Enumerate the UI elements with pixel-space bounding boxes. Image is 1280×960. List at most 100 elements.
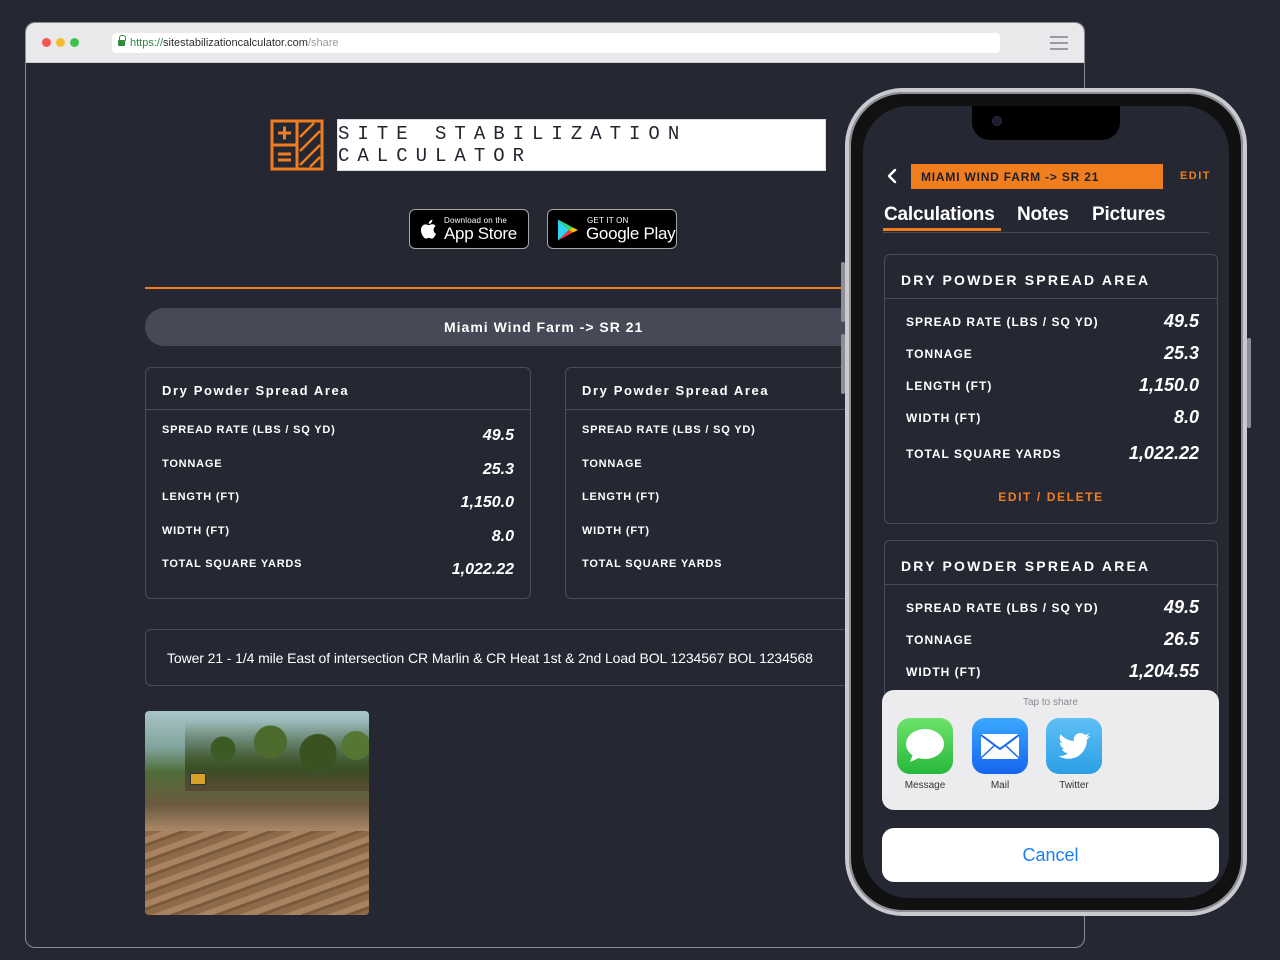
volume-down-button [841, 334, 845, 394]
message-icon [897, 718, 953, 774]
row-value: 8.0 [1173, 407, 1199, 427]
card-row: LENGTH (FT) 1,150.0 [162, 491, 514, 511]
browser-toolbar: https://sitestabilizationcalculator.com/… [26, 23, 1084, 63]
app-store-label: App Store [444, 224, 517, 243]
row-label: SPREAD RATE (LBS / SQ YD) [906, 315, 1099, 329]
row-value: 8.0 [491, 528, 514, 545]
row-label: TONNAGE [582, 458, 643, 470]
edit-project-button[interactable]: EDIT [1180, 170, 1211, 182]
card-row: TONNAGE 25.3 [906, 343, 1199, 365]
apple-icon [421, 219, 436, 239]
card-title: Dry Powder Spread Area [146, 368, 530, 410]
stage: https://sitestabilizationcalculator.com/… [0, 0, 1280, 960]
row-label: TOTAL SQUARE YARDS [582, 558, 723, 570]
share-app-label: Twitter [1059, 780, 1089, 791]
row-label: TONNAGE [162, 458, 223, 470]
share-twitter-button[interactable]: Twitter [1044, 718, 1104, 791]
minimize-window-button[interactable] [56, 38, 65, 47]
row-label: TONNAGE [906, 347, 973, 361]
row-label: SPREAD RATE (LBS / SQ YD) [162, 424, 336, 436]
card-row: SPREAD RATE (LBS / SQ YD) 49.5 [906, 311, 1199, 333]
row-label: WIDTH (FT) [582, 525, 650, 537]
phone-mockup: MIAMI WIND FARM -> SR 21 EDIT Calculatio… [841, 88, 1251, 916]
google-play-icon [558, 219, 578, 241]
camera-icon [992, 116, 1002, 126]
row-value: 25.3 [482, 461, 514, 478]
photo-trees [185, 721, 369, 791]
photo-bulldozer [190, 773, 206, 785]
address-bar[interactable]: https://sitestabilizationcalculator.com/… [112, 33, 1000, 53]
chevron-left-icon[interactable] [885, 168, 899, 184]
row-label: LENGTH (FT) [162, 491, 240, 503]
row-value: 1,150.0 [460, 494, 514, 511]
share-app-label: Message [904, 780, 946, 791]
card-row: WIDTH (FT) 1,204.55 [906, 661, 1199, 683]
photo-ground [145, 831, 369, 915]
calculator-logo-icon [270, 119, 326, 171]
close-window-button[interactable] [42, 38, 51, 47]
row-label: TOTAL SQUARE YARDS [162, 558, 303, 570]
twitter-icon [1046, 718, 1102, 774]
row-label: LENGTH (FT) [582, 491, 660, 503]
row-value: 26.5 [1163, 629, 1199, 649]
google-play-label: Google Play [586, 224, 676, 243]
tab-calculations[interactable]: Calculations [884, 204, 995, 226]
power-button [1247, 338, 1251, 428]
menu-icon[interactable] [1050, 36, 1068, 50]
row-value: 49.5 [1163, 597, 1199, 617]
share-app-label: Mail [990, 780, 1010, 791]
lock-icon [118, 35, 126, 46]
tab-divider [883, 232, 1209, 233]
row-label: TOTAL SQUARE YARDS [906, 447, 1062, 461]
page-title: SITE STABILIZATION CALCULATOR [337, 119, 826, 171]
card-row: TOTAL SQUARE YARDS 1,022.22 [906, 443, 1199, 465]
app-store-button[interactable]: Download on the App Store [409, 209, 529, 249]
cancel-button[interactable]: Cancel [882, 828, 1219, 882]
row-value: 1,204.55 [1128, 661, 1199, 681]
tab-notes[interactable]: Notes [1017, 204, 1069, 226]
card-row: WIDTH (FT) 8.0 [906, 407, 1199, 429]
card-row: WIDTH (FT) 8.0 [162, 525, 514, 545]
row-label: SPREAD RATE (LBS / SQ YD) [582, 424, 756, 436]
row-label: SPREAD RATE (LBS / SQ YD) [906, 601, 1099, 615]
card-row: TOTAL SQUARE YARDS 1,022.22 [162, 558, 514, 578]
google-play-button[interactable]: GET IT ON Google Play [547, 209, 677, 249]
phone-calculation-card: DRY POWDER SPREAD AREA SPREAD RATE (LBS … [884, 254, 1218, 524]
share-sheet: Tap to share Message Mail Twitter [882, 690, 1219, 810]
row-value: 49.5 [1163, 311, 1199, 331]
card-title: DRY POWDER SPREAD AREA [885, 541, 1217, 585]
card-row: TONNAGE 26.5 [906, 629, 1199, 651]
site-photo[interactable] [145, 711, 369, 915]
share-message-button[interactable]: Message [895, 718, 955, 791]
card-row: SPREAD RATE (LBS / SQ YD) 49.5 [906, 597, 1199, 619]
card-row: TONNAGE 25.3 [162, 458, 514, 478]
active-tab-indicator [883, 228, 1001, 231]
row-value: 1,150.0 [1138, 375, 1199, 395]
mail-icon [972, 718, 1028, 774]
edit-delete-button[interactable]: EDIT / DELETE [885, 490, 1217, 504]
phone-project-title: MIAMI WIND FARM -> SR 21 [911, 164, 1163, 189]
phone-screen: MIAMI WIND FARM -> SR 21 EDIT Calculatio… [863, 106, 1229, 898]
card-title: DRY POWDER SPREAD AREA [885, 255, 1217, 299]
row-value: 1,022.22 [1128, 443, 1199, 463]
row-value: 25.3 [1163, 343, 1199, 363]
row-label: WIDTH (FT) [906, 411, 982, 425]
row-label: WIDTH (FT) [906, 665, 982, 679]
row-label: LENGTH (FT) [906, 379, 993, 393]
card-row: LENGTH (FT) 1,150.0 [906, 375, 1199, 397]
row-label: WIDTH (FT) [162, 525, 230, 537]
url-scheme: https:// [130, 37, 164, 49]
url-path: /share [307, 37, 339, 49]
card-row: SPREAD RATE (LBS / SQ YD) 49.5 [162, 424, 514, 444]
share-mail-button[interactable]: Mail [970, 718, 1030, 791]
maximize-window-button[interactable] [70, 38, 79, 47]
tab-pictures[interactable]: Pictures [1092, 204, 1166, 226]
row-value: 49.5 [482, 427, 514, 444]
share-sheet-title: Tap to share [1022, 697, 1079, 708]
calculation-card: Dry Powder Spread Area SPREAD RATE (LBS … [145, 367, 531, 599]
row-label: TONNAGE [906, 633, 973, 647]
row-value: 1,022.22 [451, 561, 514, 578]
volume-up-button [841, 262, 845, 322]
url-host: sitestabilizationcalculator.com [163, 37, 308, 49]
phone-notch [972, 106, 1120, 140]
